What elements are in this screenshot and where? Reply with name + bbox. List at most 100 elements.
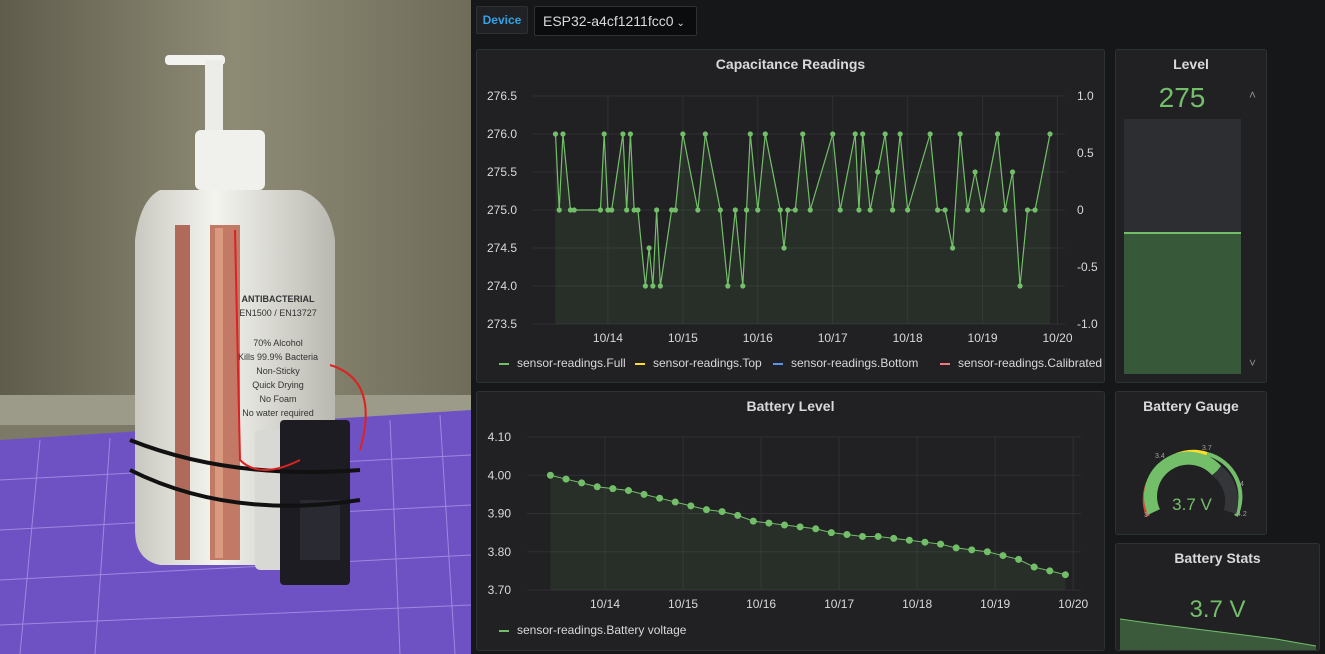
data-point <box>800 131 806 137</box>
data-point <box>702 131 708 137</box>
data-point <box>950 245 956 251</box>
data-point <box>905 536 913 544</box>
gauge-tick: 3.7 <box>1202 445 1212 452</box>
data-point <box>843 531 851 539</box>
data-point <box>781 245 787 251</box>
data-point <box>556 207 562 213</box>
gauge-tick: 4.2 <box>1237 511 1247 518</box>
data-point <box>560 131 566 137</box>
data-point <box>1047 131 1053 137</box>
data-point <box>640 490 648 498</box>
data-point <box>968 546 976 554</box>
data-point <box>859 532 867 540</box>
x-tick-label: 10/20 <box>1042 331 1072 345</box>
data-point <box>777 207 783 213</box>
data-point <box>725 283 731 289</box>
data-point <box>672 207 678 213</box>
x-tick-label: 10/16 <box>743 331 773 345</box>
y2-tick-label: 0 <box>1077 203 1084 217</box>
data-point <box>983 548 991 556</box>
battery-level-chart[interactable]: 4.10 4.00 3.90 3.80 3.70 10/14 10/15 10/16 10/17… <box>477 392 1105 651</box>
data-point <box>972 169 978 175</box>
data-point <box>796 523 804 531</box>
data-point <box>762 131 768 137</box>
data-point <box>650 283 656 289</box>
data-point <box>765 519 773 527</box>
svg-text:No water required: No water required <box>242 408 314 418</box>
gauge-value: 3.7 V <box>1172 495 1212 514</box>
data-point <box>897 131 903 137</box>
data-point <box>571 207 577 213</box>
data-point <box>882 131 888 137</box>
legend-label: sensor-readings.Calibrated <box>958 356 1103 370</box>
legend-item-battery-voltage[interactable]: sensor-readings.Battery voltage <box>499 623 686 637</box>
battery-gauge-panel[interactable]: Battery Gauge 3 3.4 3.7 4 4.2 3.7 V <box>1115 391 1267 535</box>
data-point <box>562 475 570 483</box>
chevron-up-icon[interactable]: ˄ <box>1249 88 1256 102</box>
capacitance-panel[interactable]: Capacitance Readings 276.5 276.0 275.5 275.… <box>476 49 1105 383</box>
data-point <box>792 207 798 213</box>
x-tick-label: 10/14 <box>593 331 623 345</box>
legend-swatch <box>940 362 950 365</box>
data-point <box>890 207 896 213</box>
data-point <box>860 131 866 137</box>
data-point <box>718 508 726 516</box>
battery-stats-sparkline <box>1119 618 1317 650</box>
y-tick-label: 274.0 <box>487 279 517 293</box>
capacitance-chart[interactable]: 276.5 276.0 275.5 275.0 274.5 274.0 273.5 1.0 0.… <box>477 50 1105 383</box>
data-point <box>874 532 882 540</box>
data-point <box>546 471 554 479</box>
battery-level-panel[interactable]: Battery Level 4.10 4.00 3.90 3.80 3.70 10/14 1… <box>476 391 1105 651</box>
y-tick-label: 276.0 <box>487 127 517 141</box>
data-point <box>717 207 723 213</box>
data-point <box>957 131 963 137</box>
y-tick-label: 3.90 <box>488 507 512 521</box>
legend-swatch <box>499 629 509 632</box>
x-tick-label: 10/17 <box>818 331 848 345</box>
legend-item-bottom[interactable]: sensor-readings.Bottom <box>773 356 918 370</box>
data-point <box>867 207 873 213</box>
y-tick-label: 4.00 <box>488 468 512 482</box>
battery-stats-panel[interactable]: Battery Stats 3.7 V <box>1115 543 1320 651</box>
data-point <box>852 131 858 137</box>
data-point <box>1046 567 1054 575</box>
svg-text:ANTIBACTERIAL: ANTIBACTERIAL <box>242 294 315 304</box>
legend-swatch <box>499 362 509 365</box>
legend-item-top[interactable]: sensor-readings.Top <box>635 356 762 370</box>
data-point <box>702 506 710 514</box>
data-point <box>740 283 746 289</box>
data-point <box>680 131 686 137</box>
x-tick-label: 10/17 <box>824 597 854 611</box>
data-point <box>999 552 1007 560</box>
data-point <box>875 169 881 175</box>
product-photo: ANTIBACTERIAL EN1500 / EN13727 70% Alcoh… <box>0 0 471 654</box>
data-point <box>942 207 948 213</box>
device-select[interactable]: ESP32-a4cf1211fcc0 ⌄ <box>534 6 697 36</box>
legend-item-full[interactable]: sensor-readings.Full <box>499 356 626 370</box>
data-point <box>1024 207 1031 213</box>
y-tick-label: 3.80 <box>488 545 512 559</box>
data-point <box>856 207 862 213</box>
y-tick-label: 275.0 <box>487 203 517 217</box>
data-point <box>609 207 615 213</box>
data-point <box>994 131 1001 137</box>
svg-text:No Foam: No Foam <box>259 394 296 404</box>
y2-tick-label: -1.0 <box>1077 317 1098 331</box>
legend-swatch <box>635 362 645 365</box>
chevron-down-icon[interactable]: ˅ <box>1249 356 1256 370</box>
legend-item-calibrated[interactable]: sensor-readings.Calibrated <box>940 356 1102 370</box>
y2-tick-label: 1.0 <box>1077 89 1094 103</box>
level-panel[interactable]: Level 275 ˄ ˅ <box>1115 49 1267 383</box>
x-tick-label: 10/18 <box>893 331 923 345</box>
gauge-tick: 4 <box>1240 481 1244 488</box>
data-point <box>1017 283 1023 289</box>
data-point <box>1009 169 1016 175</box>
data-point <box>635 207 641 213</box>
data-point <box>552 131 559 137</box>
data-point <box>642 283 648 289</box>
device-variable-label: Device <box>476 6 528 34</box>
data-point <box>780 521 788 529</box>
data-point <box>807 207 813 213</box>
svg-text:Non-Sticky: Non-Sticky <box>256 366 300 376</box>
x-tick-label: 10/18 <box>902 597 932 611</box>
